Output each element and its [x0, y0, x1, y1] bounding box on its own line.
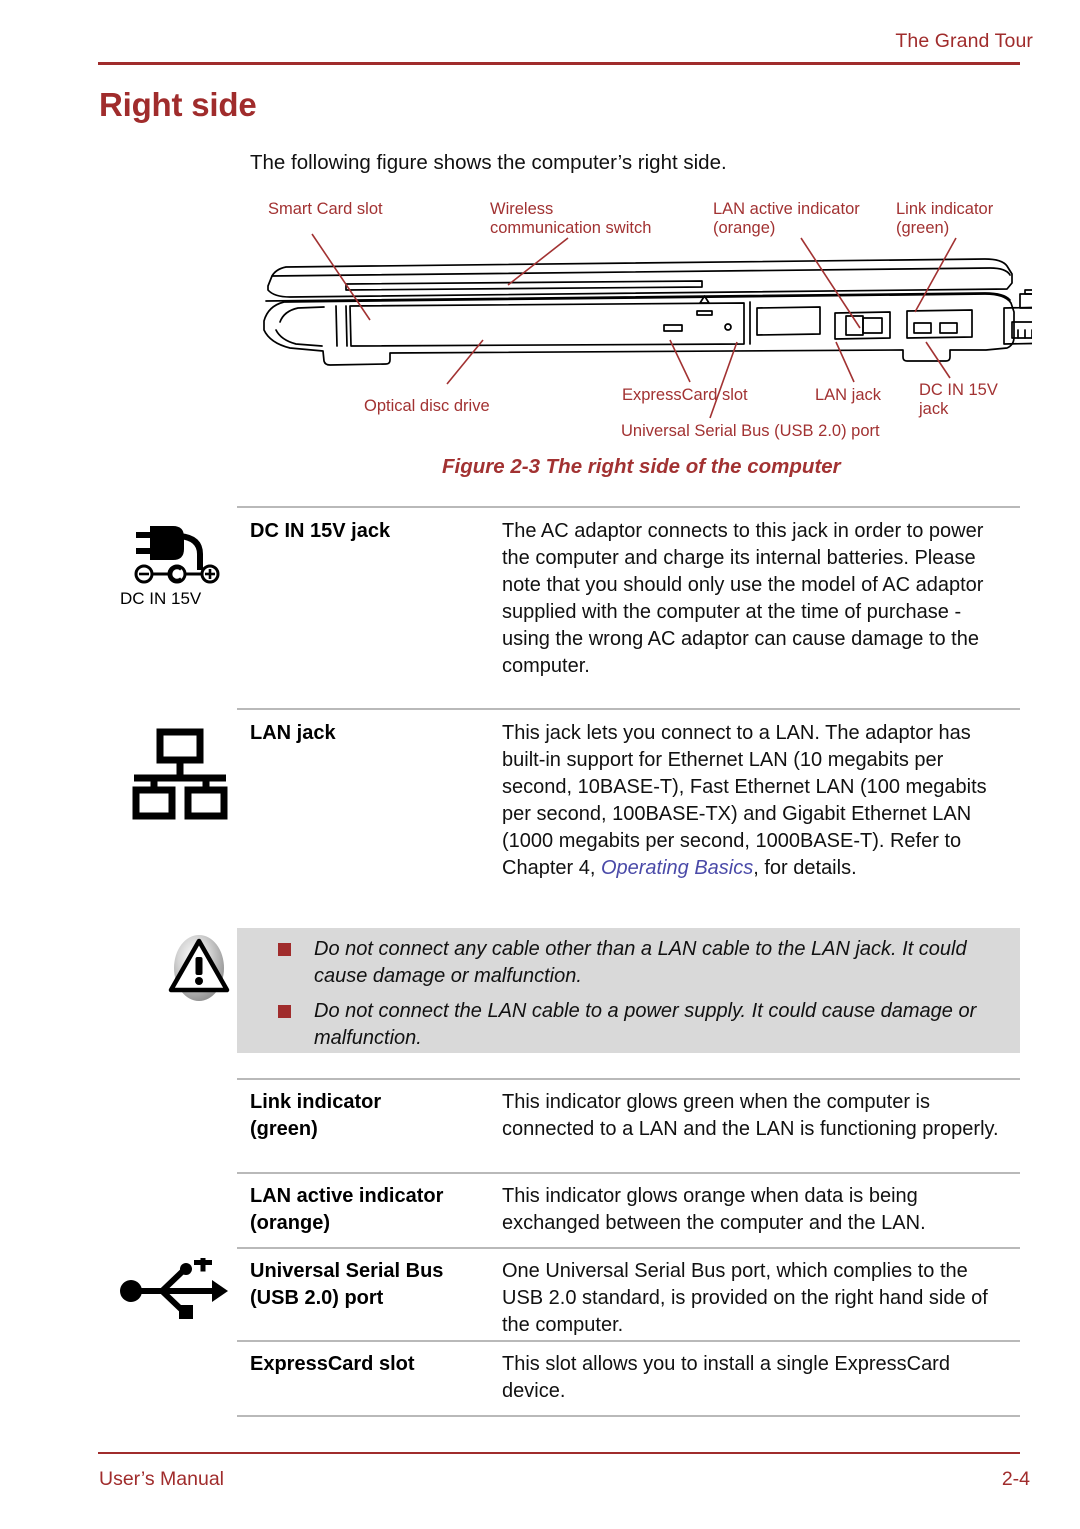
chapter-header-title: The Grand Tour — [895, 30, 1033, 52]
entry-description: One Universal Serial Bus port, which com… — [502, 1260, 988, 1336]
bullet-square-icon — [278, 943, 291, 956]
entry-lan-jack: LAN jack This jack lets you connect to a… — [237, 708, 1020, 908]
usb-icon — [118, 1253, 228, 1329]
entry-description: This indicator glows green when the comp… — [502, 1091, 999, 1140]
entry-description-tail: , for details. — [753, 857, 857, 879]
row-divider — [237, 708, 1020, 710]
dc-in-15v-icon-caption: DC IN 15V — [120, 589, 202, 608]
entry-term: Universal Serial Bus (USB 2.0) port — [250, 1260, 444, 1309]
header-rule — [98, 62, 1020, 65]
entry-description: This indicator glows orange when data is… — [502, 1185, 926, 1234]
page-title: Right side — [99, 86, 257, 123]
laptop-right-side-illustration — [263, 233, 1032, 419]
entry-lan-active-indicator: LAN active indicator (orange) This indic… — [237, 1172, 1020, 1247]
entry-term: Link indicator (green) — [250, 1091, 382, 1140]
footer-page-number: 2-4 — [1001, 1468, 1030, 1490]
bullet-square-icon — [278, 1005, 291, 1018]
caution-item-text: Do not connect any cable other than a LA… — [314, 938, 967, 987]
row-divider — [237, 1247, 1020, 1249]
entry-expresscard-slot: ExpressCard slot This slot allows you to… — [237, 1340, 1020, 1415]
row-divider — [237, 1172, 1020, 1174]
footer-document-title: User’s Manual — [99, 1468, 224, 1490]
footer-rule — [98, 1451, 1020, 1454]
entry-usb-port: Universal Serial Bus (USB 2.0) port One … — [237, 1247, 1020, 1340]
entries-bottom-divider — [237, 1415, 1020, 1417]
caution-item: Do not connect the LAN cable to a power … — [278, 998, 1008, 1052]
entry-description-text: This jack lets you connect to a LAN. The… — [502, 722, 987, 879]
row-divider — [237, 1340, 1020, 1342]
row-divider — [237, 1078, 1020, 1080]
lan-network-icon — [128, 726, 232, 827]
entry-description: This slot allows you to install a single… — [502, 1353, 950, 1402]
row-divider — [237, 506, 1020, 508]
entry-term: LAN active indicator (orange) — [250, 1185, 444, 1234]
manual-page: The Grand Tour Right side The following … — [0, 0, 1080, 1529]
cross-reference-link[interactable]: Operating Basics — [601, 857, 753, 879]
entry-term: LAN jack — [250, 722, 336, 744]
entry-term: DC IN 15V jack — [250, 520, 391, 542]
entry-dc-in-15v-jack: DC IN 15V jack The AC adaptor connects t… — [237, 506, 1020, 708]
dc-in-15v-icon — [118, 512, 238, 595]
caution-item: Do not connect any cable other than a LA… — [278, 936, 1008, 990]
entry-description: The AC adaptor connects to this jack in … — [502, 520, 984, 677]
figure-caption: Figure 2-3 The right side of the compute… — [442, 455, 841, 478]
figure-right-side: Smart Card slot Wireless communication s… — [250, 190, 1032, 445]
entry-description: This jack lets you connect to a LAN. The… — [502, 720, 1012, 882]
entry-link-indicator: Link indicator (green) This indicator gl… — [237, 1078, 1020, 1172]
caution-item-text: Do not connect the LAN cable to a power … — [314, 1000, 977, 1049]
warning-triangle-icon — [163, 930, 235, 1013]
intro-paragraph: The following figure shows the computer’… — [250, 151, 727, 174]
caution-item-list: Do not connect any cable other than a LA… — [278, 936, 1008, 1060]
row-divider — [237, 1415, 1020, 1417]
entry-term: ExpressCard slot — [250, 1353, 415, 1375]
